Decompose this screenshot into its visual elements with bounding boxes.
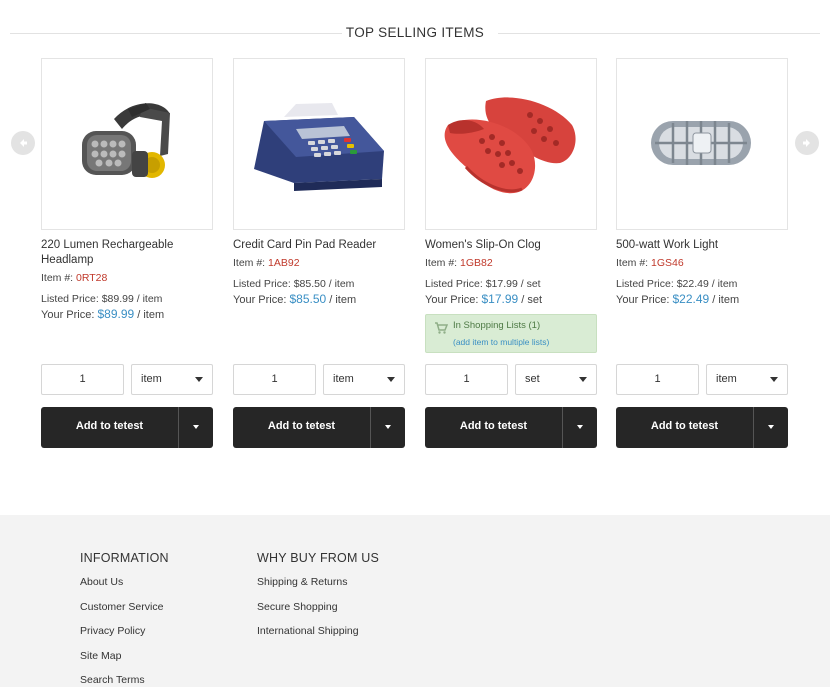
your-price: Your Price: $85.50 / item xyxy=(233,292,357,306)
product-name[interactable]: Credit Card Pin Pad Reader xyxy=(233,238,405,253)
footer-information: INFORMATION About Us Customer Service Pr… xyxy=(80,551,169,686)
footer-link-privacy-policy[interactable]: Privacy Policy xyxy=(80,625,145,637)
quantity-input[interactable]: 1 xyxy=(616,364,699,395)
clog-image xyxy=(444,97,576,194)
chevron-down-icon xyxy=(387,377,395,382)
carousel-prev-button[interactable] xyxy=(11,131,35,155)
product-image-link[interactable] xyxy=(425,58,597,230)
add-options-dropdown[interactable] xyxy=(754,407,788,448)
footer-why-buy: WHY BUY FROM US Shipping & Returns Secur… xyxy=(257,551,379,637)
unit-select[interactable]: set xyxy=(515,364,597,395)
unit-select[interactable]: item xyxy=(323,364,405,395)
section-header: TOP SELLING ITEMS xyxy=(10,24,820,44)
product-card: 220 Lumen Rechargeable Headlamp Item #: … xyxy=(41,58,213,448)
your-price-amount: $85.50 xyxy=(289,292,327,306)
item-code: 1GB82 xyxy=(460,257,493,269)
item-number: Item #: 1GB82 xyxy=(425,257,493,269)
your-price: Your Price: $17.99 / set xyxy=(425,292,543,306)
footer-link-about-us[interactable]: About Us xyxy=(80,576,123,588)
listed-price: Listed Price: $17.99 / set xyxy=(425,278,541,290)
quantity-input[interactable]: 1 xyxy=(425,364,508,395)
your-price-amount: $22.49 xyxy=(672,292,710,306)
chevron-down-icon xyxy=(579,377,587,382)
chevron-down-icon xyxy=(768,425,774,429)
chevron-down-icon xyxy=(195,377,203,382)
footer-heading: INFORMATION xyxy=(80,551,169,565)
add-to-list-button[interactable]: Add to tetest xyxy=(616,407,788,448)
item-number: Item #: 1AB92 xyxy=(233,257,300,269)
divider-right xyxy=(498,33,820,34)
item-number: Item #: 0RT28 xyxy=(41,272,108,284)
item-number: Item #: 1GS46 xyxy=(616,257,684,269)
footer-link-secure-shopping[interactable]: Secure Shopping xyxy=(257,601,338,613)
item-code: 1AB92 xyxy=(268,257,300,269)
product-name[interactable]: 500-watt Work Light xyxy=(616,238,788,253)
product-image-link[interactable] xyxy=(41,58,213,230)
footer-link-customer-service[interactable]: Customer Service xyxy=(80,601,163,613)
product-card: Women's Slip-On Clog Item #: 1GB82 Liste… xyxy=(425,58,597,448)
quantity-input[interactable]: 1 xyxy=(233,364,316,395)
add-to-multiple-lists-link[interactable]: (add item to multiple lists) xyxy=(453,337,549,347)
item-code: 0RT28 xyxy=(76,272,108,284)
add-to-list-button[interactable]: Add to tetest xyxy=(41,407,213,448)
add-to-list-button[interactable]: Add to tetest xyxy=(233,407,405,448)
product-card: Credit Card Pin Pad Reader Item #: 1AB92… xyxy=(233,58,405,448)
your-price: Your Price: $22.49 / item xyxy=(616,292,740,306)
product-image-link[interactable] xyxy=(233,58,405,230)
add-options-dropdown[interactable] xyxy=(371,407,405,448)
footer-link-site-map[interactable]: Site Map xyxy=(80,650,121,662)
work-light-image xyxy=(651,121,751,165)
unit-select[interactable]: item xyxy=(131,364,213,395)
listed-price: Listed Price: $89.99 / item xyxy=(41,293,163,305)
add-options-dropdown[interactable] xyxy=(563,407,597,448)
chevron-down-icon xyxy=(385,425,391,429)
unit-select[interactable]: item xyxy=(706,364,788,395)
footer-heading: WHY BUY FROM US xyxy=(257,551,379,565)
product-image-link[interactable] xyxy=(616,58,788,230)
carousel-next-button[interactable] xyxy=(795,131,819,155)
chevron-down-icon xyxy=(577,425,583,429)
product-name[interactable]: 220 Lumen Rechargeable Headlamp xyxy=(41,238,213,268)
chevron-down-icon xyxy=(193,425,199,429)
footer-link-search-terms[interactable]: Search Terms xyxy=(80,674,145,686)
quantity-input[interactable]: 1 xyxy=(41,364,124,395)
product-name[interactable]: Women's Slip-On Clog xyxy=(425,238,597,253)
item-code: 1GS46 xyxy=(651,257,684,269)
footer: INFORMATION About Us Customer Service Pr… xyxy=(0,515,830,687)
your-price: Your Price: $89.99 / item xyxy=(41,307,165,321)
cart-icon xyxy=(435,322,448,334)
add-options-dropdown[interactable] xyxy=(179,407,213,448)
add-to-list-button[interactable]: Add to tetest xyxy=(425,407,597,448)
your-price-amount: $17.99 xyxy=(481,292,519,306)
chevron-right-icon xyxy=(803,139,810,147)
headlamp-image xyxy=(82,103,170,178)
your-price-amount: $89.99 xyxy=(97,307,135,321)
chevron-down-icon xyxy=(770,377,778,382)
listed-price: Listed Price: $22.49 / item xyxy=(616,278,738,290)
card-reader-image xyxy=(254,103,384,191)
chevron-left-icon xyxy=(20,139,27,147)
shopping-lists-count: In Shopping Lists (1) xyxy=(453,320,541,331)
product-card: 500-watt Work Light Item #: 1GS46 Listed… xyxy=(616,58,788,448)
listed-price: Listed Price: $85.50 / item xyxy=(233,278,355,290)
footer-link-international-shipping[interactable]: International Shipping xyxy=(257,625,359,637)
footer-link-shipping-returns[interactable]: Shipping & Returns xyxy=(257,576,347,588)
shopping-lists-badge: In Shopping Lists (1) (add item to multi… xyxy=(425,314,597,353)
